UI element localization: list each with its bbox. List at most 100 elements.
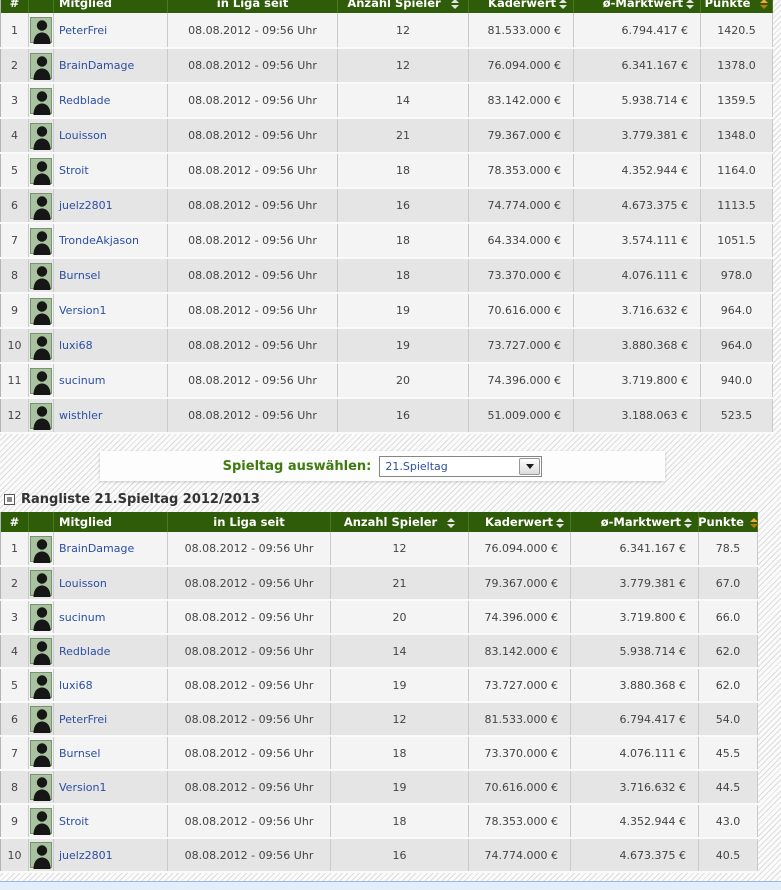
header-player-count[interactable]: Anzahl Spieler bbox=[338, 0, 469, 13]
in-league-since-cell: 08.08.2012 - 09:56 Uhr bbox=[168, 600, 331, 634]
member-cell: TrondeAkjason bbox=[54, 223, 168, 258]
sort-icon-active[interactable] bbox=[760, 0, 768, 9]
avg-market-value-cell: 4.076.111 € bbox=[571, 736, 699, 770]
avg-market-value-cell: 3.719.800 € bbox=[574, 363, 701, 398]
matchday-select[interactable]: 21.Spieltag bbox=[379, 456, 542, 477]
avatar-cell bbox=[29, 600, 54, 634]
member-link[interactable]: Stroit bbox=[59, 164, 89, 177]
member-link[interactable]: Redblade bbox=[59, 645, 110, 658]
player-count-cell: 12 bbox=[338, 13, 469, 48]
member-link[interactable]: Burnsel bbox=[59, 269, 100, 282]
squad-value-cell: 76.094.000 € bbox=[469, 48, 574, 83]
member-link[interactable]: Louisson bbox=[59, 129, 107, 142]
matchday-table-header-row: # Mitglied in Liga seit Anzahl Spieler K… bbox=[1, 512, 758, 532]
member-link[interactable]: BrainDamage bbox=[59, 59, 134, 72]
squad-value-cell: 73.370.000 € bbox=[469, 736, 571, 770]
header-avg-market-value[interactable]: ø-Marktwert bbox=[574, 0, 701, 13]
avatar-cell bbox=[29, 532, 54, 566]
squad-value-cell: 76.094.000 € bbox=[469, 532, 571, 566]
table-row: 9 Version1 08.08.2012 - 09:56 Uhr 19 70.… bbox=[1, 293, 773, 328]
sort-icon[interactable] bbox=[451, 0, 459, 9]
table-row: 8 Version1 08.08.2012 - 09:56 Uhr 19 70.… bbox=[1, 770, 758, 804]
rank-cell: 4 bbox=[1, 118, 29, 153]
member-link[interactable]: wisthler bbox=[59, 409, 102, 422]
avg-market-value-cell: 3.188.063 € bbox=[574, 398, 701, 433]
member-cell: luxi68 bbox=[54, 668, 168, 702]
squad-value-cell: 70.616.000 € bbox=[469, 770, 571, 804]
member-link[interactable]: PeterFrei bbox=[59, 24, 107, 37]
squad-value-cell: 70.616.000 € bbox=[469, 293, 574, 328]
sort-icon[interactable] bbox=[556, 518, 564, 528]
member-cell: Louisson bbox=[54, 118, 168, 153]
player-count-cell: 21 bbox=[338, 118, 469, 153]
points-cell: 978.0 bbox=[701, 258, 773, 293]
table-row: 11 sucinum 08.08.2012 - 09:56 Uhr 20 74.… bbox=[1, 363, 773, 398]
in-league-since-cell: 08.08.2012 - 09:56 Uhr bbox=[168, 188, 338, 223]
member-link[interactable]: luxi68 bbox=[59, 339, 93, 352]
sort-icon[interactable] bbox=[447, 518, 455, 528]
player-count-cell: 19 bbox=[331, 770, 469, 804]
in-league-since-cell: 08.08.2012 - 09:56 Uhr bbox=[168, 770, 331, 804]
squad-value-cell: 74.396.000 € bbox=[469, 600, 571, 634]
member-link[interactable]: luxi68 bbox=[59, 679, 93, 692]
member-link[interactable]: sucinum bbox=[59, 611, 105, 624]
header-points[interactable]: Punkte bbox=[699, 512, 758, 532]
player-count-cell: 16 bbox=[331, 838, 469, 872]
avatar-cell bbox=[29, 153, 54, 188]
points-cell: 964.0 bbox=[701, 328, 773, 363]
table-row: 3 sucinum 08.08.2012 - 09:56 Uhr 20 74.3… bbox=[1, 600, 758, 634]
rank-cell: 1 bbox=[1, 532, 29, 566]
member-avatar-icon bbox=[30, 193, 52, 219]
points-cell: 1164.0 bbox=[701, 153, 773, 188]
avatar-cell bbox=[29, 398, 54, 433]
header-points[interactable]: Punkte bbox=[701, 0, 773, 13]
player-count-cell: 16 bbox=[338, 188, 469, 223]
in-league-since-cell: 08.08.2012 - 09:56 Uhr bbox=[168, 83, 338, 118]
member-link[interactable]: TrondeAkjason bbox=[59, 234, 139, 247]
member-link[interactable]: Redblade bbox=[59, 94, 110, 107]
header-squad-value[interactable]: Kaderwert bbox=[469, 0, 574, 13]
matchday-select-dropdown-button[interactable] bbox=[519, 458, 540, 475]
avg-market-value-cell: 3.779.381 € bbox=[571, 566, 699, 600]
rank-cell: 9 bbox=[1, 293, 29, 328]
points-cell: 964.0 bbox=[701, 293, 773, 328]
member-link[interactable]: PeterFrei bbox=[59, 713, 107, 726]
member-link[interactable]: Louisson bbox=[59, 577, 107, 590]
member-link[interactable]: juelz2801 bbox=[59, 199, 113, 212]
sort-icon[interactable] bbox=[686, 0, 694, 9]
rank-cell: 7 bbox=[1, 736, 29, 770]
member-link[interactable]: BrainDamage bbox=[59, 542, 134, 555]
sort-icon-active[interactable] bbox=[750, 518, 758, 528]
member-avatar-icon bbox=[30, 123, 52, 149]
member-link[interactable]: Version1 bbox=[59, 304, 106, 317]
squad-value-cell: 73.370.000 € bbox=[469, 258, 574, 293]
member-cell: Redblade bbox=[54, 634, 168, 668]
rank-cell: 6 bbox=[1, 702, 29, 736]
member-link[interactable]: Stroit bbox=[59, 815, 89, 828]
list-bullet-icon bbox=[4, 494, 15, 505]
points-cell: 940.0 bbox=[701, 363, 773, 398]
in-league-since-cell: 08.08.2012 - 09:56 Uhr bbox=[168, 702, 331, 736]
member-avatar-icon bbox=[30, 706, 52, 732]
member-cell: sucinum bbox=[54, 363, 168, 398]
header-avg-market-value[interactable]: ø-Marktwert bbox=[571, 512, 699, 532]
rank-cell: 8 bbox=[1, 770, 29, 804]
rank-cell: 2 bbox=[1, 566, 29, 600]
header-player-count[interactable]: Anzahl Spieler bbox=[331, 512, 469, 532]
member-avatar-icon bbox=[30, 774, 52, 800]
member-link[interactable]: juelz2801 bbox=[59, 849, 113, 862]
sort-icon[interactable] bbox=[559, 0, 567, 9]
member-link[interactable]: Burnsel bbox=[59, 747, 100, 760]
member-cell: juelz2801 bbox=[54, 188, 168, 223]
avg-market-value-cell: 6.794.417 € bbox=[571, 702, 699, 736]
member-cell: PeterFrei bbox=[54, 702, 168, 736]
avg-market-value-cell: 5.938.714 € bbox=[574, 83, 701, 118]
avatar-cell bbox=[29, 634, 54, 668]
avg-market-value-cell: 4.352.944 € bbox=[571, 804, 699, 838]
table-row: 1 BrainDamage 08.08.2012 - 09:56 Uhr 12 … bbox=[1, 532, 758, 566]
member-link[interactable]: sucinum bbox=[59, 374, 105, 387]
member-avatar-icon bbox=[30, 17, 52, 43]
sort-icon[interactable] bbox=[684, 518, 692, 528]
member-link[interactable]: Version1 bbox=[59, 781, 106, 794]
header-squad-value[interactable]: Kaderwert bbox=[469, 512, 571, 532]
